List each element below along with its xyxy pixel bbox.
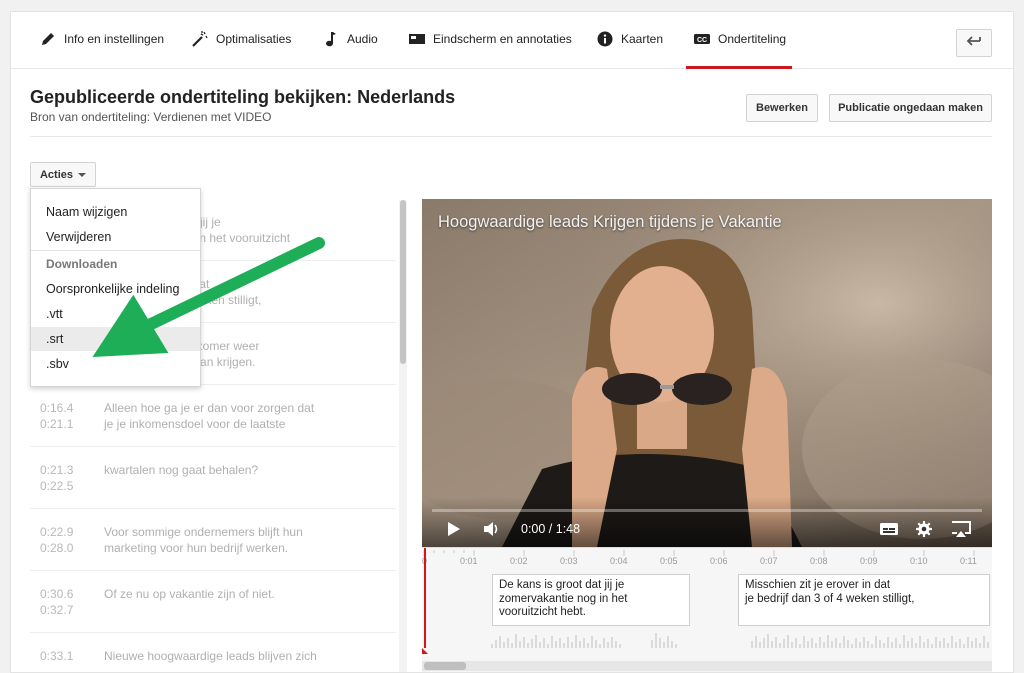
caption-timeline[interactable]: 0 0:01 0:02 0:03 0:04 0:05 0:06 0:07 0:0… [422, 547, 992, 672]
airplay-icon[interactable] [948, 519, 974, 539]
caption-row[interactable]: 0:33.1 Nieuwe hoogwaardige leads blijven… [30, 634, 396, 672]
music-note-icon [321, 30, 341, 48]
caption-start: 0:30.6 [40, 587, 74, 601]
tab-cards[interactable]: Kaarten [595, 30, 663, 69]
timeline-caption-line: De kans is groot dat jij je [499, 579, 625, 591]
info-icon [595, 30, 615, 48]
tab-label: Kaarten [621, 32, 664, 46]
caption-list-scroll-thumb[interactable] [400, 200, 406, 364]
back-button[interactable] [956, 29, 992, 57]
svg-text:CC: CC [697, 37, 707, 44]
timeline-tick: 0:02 [510, 556, 528, 566]
menu-item-rename[interactable]: Naam wijzigen [31, 200, 200, 224]
caption-text-line2: marketing voor hun bedrijf werken. [104, 541, 289, 555]
unpublish-button[interactable]: Publicatie ongedaan maken [829, 94, 992, 122]
page-title: Gepubliceerde ondertiteling bekijken: Ne… [30, 87, 456, 107]
timeline-tick: 0:05 [660, 556, 678, 566]
timeline-scrollbar[interactable] [422, 661, 992, 671]
subtitles-toggle-icon[interactable] [878, 519, 900, 539]
tab-end-screen[interactable]: Eindscherm en annotaties [407, 30, 572, 69]
tab-label: Eindscherm en annotaties [433, 32, 572, 46]
magic-wand-icon [190, 30, 210, 48]
timeline-tick: 0:09 [860, 556, 878, 566]
timeline-playhead[interactable] [424, 548, 426, 648]
video-progress-bar[interactable] [432, 509, 982, 512]
timeline-tick: 0:07 [760, 556, 778, 566]
caption-text-line1: Voor sommige ondernemers blijft hun [104, 525, 303, 539]
back-arrow-icon [966, 34, 982, 52]
timeline-caption-box[interactable]: De kans is groot dat jij je zomervakanti… [492, 574, 690, 626]
caption-text-line1: Of ze nu op vakantie zijn of niet. [104, 587, 275, 601]
video-player[interactable]: Hoogwaardige leads Krijgen tijdens je Va… [422, 199, 992, 547]
video-time: 0:00 / 1:48 [521, 522, 581, 536]
pencil-icon [38, 30, 58, 48]
timeline-tick: 0:04 [610, 556, 628, 566]
caption-end: 0:22.5 [40, 479, 74, 493]
timeline-tick: 0:08 [810, 556, 828, 566]
tab-optimizations[interactable]: Optimalisaties [190, 30, 291, 69]
timeline-scroll-thumb[interactable] [424, 662, 466, 670]
subtitle-source: Bron van ondertiteling: Verdienen met VI… [30, 110, 272, 124]
actions-label: Acties [39, 168, 74, 181]
caret-down-icon [78, 172, 87, 177]
tab-label: Ondertiteling [718, 32, 787, 46]
caption-row[interactable]: 0:22.9 0:28.0 Voor sommige ondernemers bl… [30, 510, 396, 571]
timeline-caption-line: je bedrijf dan 3 of 4 weken stilligt, [745, 592, 915, 605]
tab-label: Audio [347, 32, 378, 46]
play-icon[interactable] [446, 519, 462, 539]
tab-info-settings[interactable]: Info en instellingen [38, 30, 164, 69]
video-controls: 0:00 / 1:48 [422, 497, 992, 547]
timeline-tick: 0:03 [560, 556, 578, 566]
end-screen-icon [407, 30, 427, 48]
timeline-caption-line: zomervakantie nog in het [499, 592, 628, 605]
caption-end: 0:21.1 [40, 417, 74, 431]
timeline-caption-line: vooruitzicht hebt. [499, 606, 586, 618]
studio-panel: Info en instellingen Optimalisaties Audi… [10, 11, 1014, 673]
timeline-caption-box[interactable]: Misschien zit je erover in dat je bedrij… [738, 574, 990, 626]
closed-captions-icon: CC [692, 30, 712, 48]
tab-label: Info en instellingen [64, 32, 165, 46]
annotation-arrow [92, 237, 325, 357]
tab-bar: Info en instellingen Optimalisaties Audi… [11, 12, 1013, 69]
timeline-tick: 0:11 [960, 556, 977, 566]
caption-text-line1: kwartalen nog gaat behalen? [104, 463, 259, 477]
header-divider [30, 136, 992, 137]
caption-end: 0:28.0 [40, 541, 74, 555]
tab-subtitles[interactable]: CC Ondertiteling [686, 30, 792, 69]
video-frame [422, 199, 992, 547]
caption-start: 0:16.4 [40, 401, 74, 415]
caption-text-line1: Nieuwe hoogwaardige leads blijven zich [104, 649, 317, 663]
tab-label: Optimalisaties [216, 32, 292, 46]
gear-icon[interactable] [914, 519, 934, 539]
actions-button[interactable]: Acties [30, 162, 96, 187]
timeline-tick: 0:10 [910, 556, 928, 566]
caption-start: 0:33.1 [40, 649, 74, 663]
caption-start: 0:21.3 [40, 463, 74, 477]
caption-end: 0:32.7 [40, 603, 74, 617]
edit-button[interactable]: Bewerken [746, 94, 818, 122]
timeline-tick: 0:06 [710, 556, 728, 566]
caption-row[interactable]: 0:21.3 0:22.5 kwartalen nog gaat behalen? [30, 448, 396, 509]
tab-audio[interactable]: Audio [321, 30, 378, 69]
caption-row[interactable]: 0:30.6 0:32.7 Of ze nu op vakantie zijn o… [30, 572, 396, 633]
video-title: Hoogwaardige leads Krijgen tijdens je Va… [438, 213, 782, 231]
caption-start: 0:22.9 [40, 525, 74, 539]
volume-icon[interactable] [482, 519, 502, 539]
timeline-tick: 0:01 [460, 556, 478, 566]
timeline-caption-line: Misschien zit je erover in dat [745, 579, 891, 591]
